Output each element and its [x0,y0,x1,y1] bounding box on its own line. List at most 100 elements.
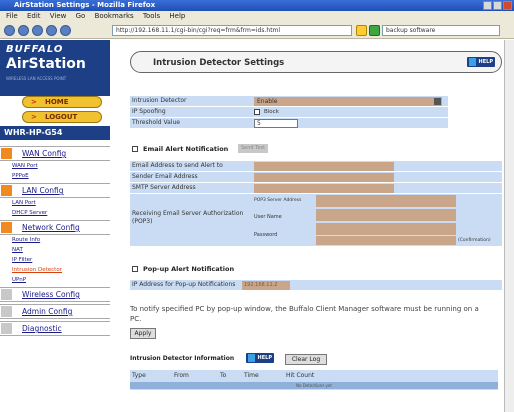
log-header-hit-count: Hit Count [286,372,315,379]
home-button-label: HOME [45,98,69,106]
sidebar-section-wireless[interactable]: Wireless Config [0,287,110,302]
threshold-label: Threshold Value [132,119,180,126]
send-test-button[interactable]: Send Test [238,144,269,153]
navigation-toolbar: http://192.168.11.1/cgi-bin/cgi?req=frm&… [0,22,514,39]
sender-label: Sender Email Address [132,173,198,180]
sidebar-section-wan[interactable]: WAN Config [0,146,110,161]
search-input[interactable]: backup software [382,25,500,36]
section-collapsed-icon [1,289,12,300]
menu-edit[interactable]: Edit [27,12,41,20]
menu-tools[interactable]: Tools [143,12,160,20]
popup-ip-value: 192.168.11.2 [244,282,278,288]
popup-alert-title: Pop-up Alert Notification [143,265,235,273]
page-title: Intrusion Detector Settings [153,58,285,68]
menu-go[interactable]: Go [76,12,86,20]
log-header-from: From [174,372,189,379]
sidebar-section-admin[interactable]: Admin Config [0,304,110,319]
sender-row: Sender Email Address [130,172,502,182]
user-name-input[interactable] [316,209,456,221]
password-label: Password [254,232,278,238]
section-collapsed-icon [1,306,12,317]
sidebar-item-nat[interactable]: NAT [0,245,110,255]
arrow-right-icon: > [31,98,37,106]
popup-ip-row: IP Address for Pop-up Notifications 192.… [130,280,502,290]
sidebar-menu: WAN Config WAN Port PPPoE LAN Config LAN… [0,144,110,336]
threshold-value: 5 [257,120,261,127]
sidebar-item-route-info[interactable]: Route Info [0,235,110,245]
popup-ip-input[interactable]: 192.168.11.2 [242,281,290,290]
threshold-row: Threshold Value 5 [130,118,448,128]
sidebar-item-dhcp-server[interactable]: DHCP Server [0,208,110,218]
ip-spoofing-label: IP Spoofing [132,108,166,115]
menubar: File Edit View Go Bookmarks Tools Help [0,11,514,22]
sidebar-section-lan[interactable]: LAN Config [0,183,110,198]
confirmation-label: (Confirmation) [458,238,491,243]
home-icon[interactable] [60,24,71,36]
email-to-row: Email Address to send Alert to [130,161,502,171]
log-header-to: To [220,372,227,379]
intrusion-detector-select[interactable]: Enable [254,97,442,106]
sidebar-section-label: Admin Config [22,307,73,316]
ip-spoofing-checkbox[interactable] [254,109,260,115]
sidebar-item-lan-port[interactable]: LAN Port [0,198,110,208]
brand-logo-text: BUFFALO [6,44,64,55]
sidebar-item-pppoe[interactable]: PPPoE [0,171,110,181]
page-scrollbar[interactable] [504,40,514,412]
sidebar-section-label: Network Config [22,223,80,232]
info-title: Intrusion Detector Information [130,355,235,362]
airstation-logo: BUFFALO AirStation WIRELESS LAN ACCESS P… [0,40,110,96]
search-engine-icon[interactable] [369,25,380,36]
home-button[interactable]: > HOME [22,96,102,108]
popup-alert-checkbox[interactable] [132,266,138,272]
user-name-label: User Name [254,214,282,220]
email-to-input[interactable] [254,162,394,171]
logout-button[interactable]: > LOGOUT [22,111,102,123]
popup-note: To notify specified PC by pop-up window,… [130,305,479,323]
smtp-input[interactable] [254,184,394,193]
info-help-button[interactable]: HELP [246,353,274,363]
reload-icon[interactable] [32,24,43,36]
email-alert-title: Email Alert Notification [143,145,229,153]
sidebar-section-diagnostic[interactable]: Diagnostic [0,321,110,336]
minimize-button[interactable] [483,1,492,10]
menu-file[interactable]: File [6,12,18,20]
help-button[interactable]: HELP [467,57,495,67]
sidebar-item-upnp[interactable]: UPnP [0,275,110,285]
section-expand-icon [1,222,12,233]
address-bar[interactable]: http://192.168.11.1/cgi-bin/cgi?req=frm&… [112,25,352,36]
stop-icon[interactable] [46,24,57,36]
sidebar-section-label: Wireless Config [22,290,80,299]
ip-spoofing-value: Block [264,109,279,115]
sender-input[interactable] [254,173,394,182]
sidebar-item-ip-filter[interactable]: IP Filter [0,255,110,265]
go-icon[interactable] [356,25,367,36]
password-input[interactable] [316,223,456,235]
menu-bookmarks[interactable]: Bookmarks [95,12,134,20]
popup-alert-heading: Pop-up Alert Notification [132,265,234,273]
close-button[interactable] [503,1,512,10]
pop3-server-input[interactable] [316,195,456,207]
clear-log-button[interactable]: Clear Log [285,354,327,365]
sidebar-section-network[interactable]: Network Config [0,220,110,235]
ip-spoofing-row: IP Spoofing Block [130,107,448,117]
maximize-button[interactable] [493,1,502,10]
sidebar: BUFFALO AirStation WIRELESS LAN ACCESS P… [0,40,110,412]
sidebar-item-intrusion-detector[interactable]: Intrusion Detector [0,265,110,275]
sidebar-item-wan-port[interactable]: WAN Port [0,161,110,171]
help-label: HELP [257,355,272,361]
sidebar-section-label: WAN Config [22,149,67,158]
apply-button[interactable]: Apply [130,328,156,339]
back-icon[interactable] [4,24,15,36]
intrusion-detector-label: Intrusion Detector [132,97,187,104]
forward-icon[interactable] [18,24,29,36]
window-titlebar: AirStation Settings - Mozilla Firefox [0,0,514,11]
window-controls [483,1,512,10]
menu-view[interactable]: View [50,12,67,20]
sidebar-section-label: LAN Config [22,186,64,195]
intrusion-detector-row: Intrusion Detector Enable [130,96,448,106]
email-alert-checkbox[interactable] [132,146,138,152]
menu-help[interactable]: Help [169,12,185,20]
log-empty-message: No Detections yet [130,382,498,389]
password-confirm-input[interactable] [316,236,456,245]
threshold-input[interactable]: 5 [254,119,298,128]
